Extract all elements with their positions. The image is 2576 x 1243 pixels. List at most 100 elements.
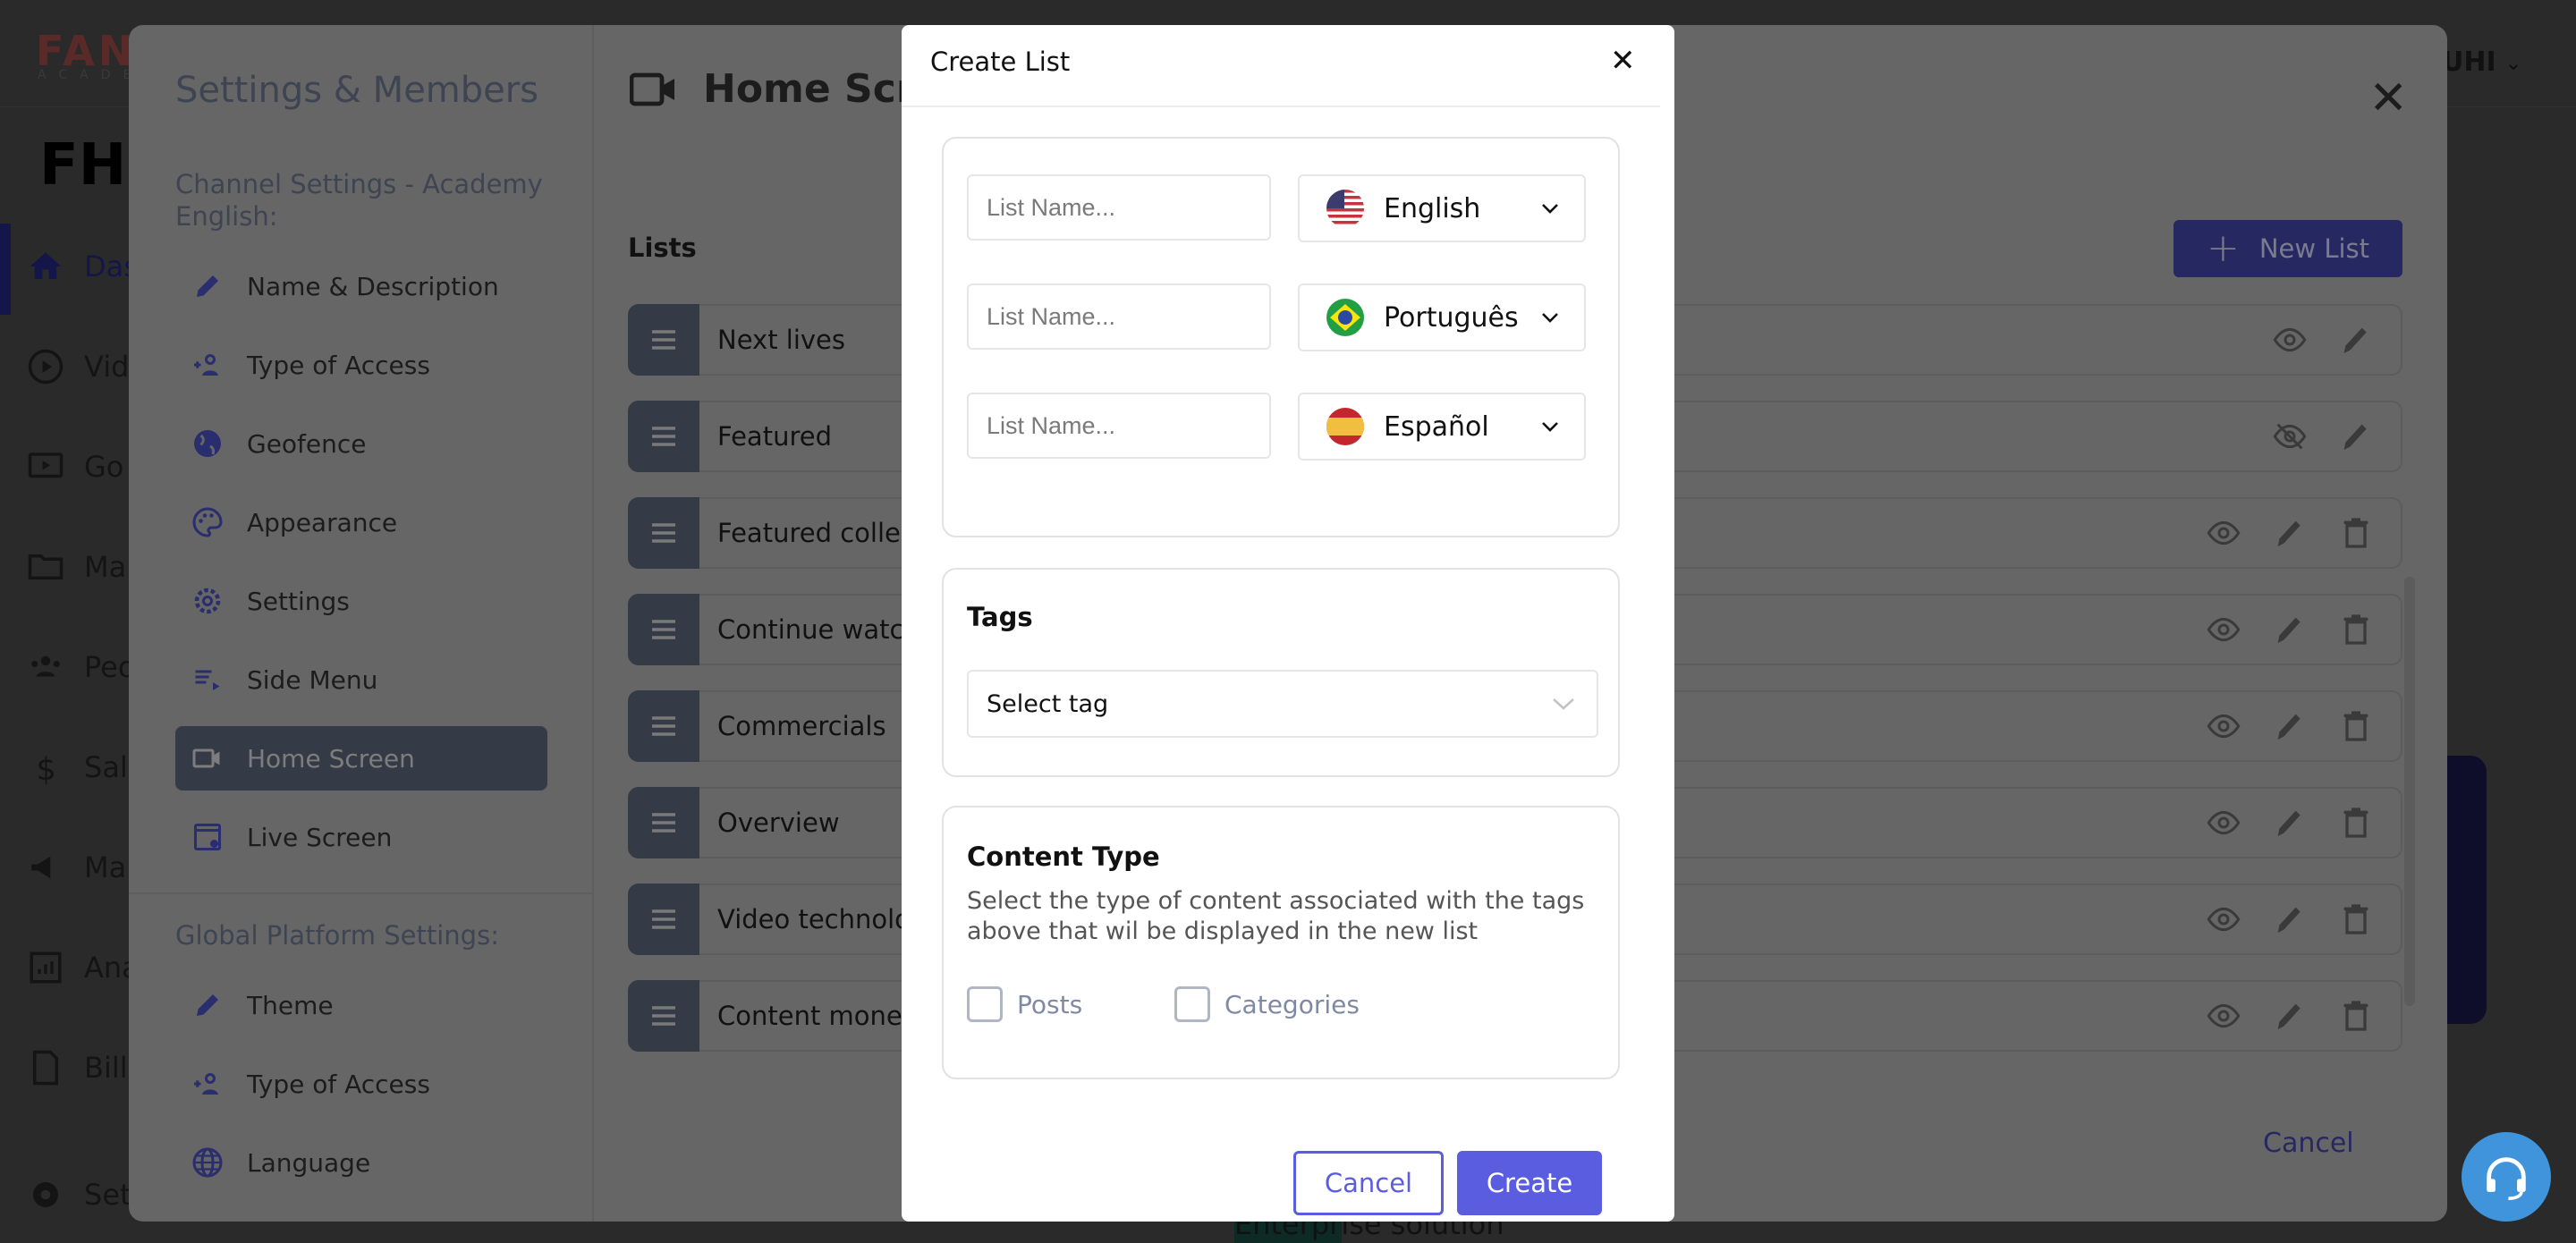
drag-handle[interactable] (628, 594, 699, 665)
eye-off-icon[interactable] (2272, 419, 2308, 454)
posts-checkbox[interactable] (967, 986, 1003, 1022)
drag-handle-icon (652, 716, 675, 736)
panel-close-button[interactable]: ✕ (2368, 72, 2408, 125)
nav-theme[interactable]: Theme (175, 973, 547, 1037)
drag-handle-icon (652, 620, 675, 639)
panel-cancel-button[interactable]: Cancel (2263, 1128, 2354, 1159)
row-actions (2206, 998, 2401, 1034)
modal-title: Create List (930, 47, 1071, 77)
drag-handle-icon (652, 523, 675, 543)
edit-icon[interactable] (2272, 901, 2308, 937)
modal-close-button[interactable]: ✕ (1610, 43, 1636, 79)
language-select-english[interactable]: English (1298, 174, 1586, 242)
lists-scrollbar[interactable] (2404, 577, 2415, 1006)
eye-icon[interactable] (2206, 612, 2241, 647)
globe-grid-icon (192, 1147, 223, 1178)
tag-select[interactable]: Select tag (967, 670, 1598, 738)
nav-settings[interactable]: Settings (175, 569, 547, 633)
app-nav-people[interactable]: People (27, 640, 131, 694)
edit-icon[interactable] (2272, 515, 2308, 551)
settings-title: Settings & Members (175, 70, 539, 111)
add-group-icon (194, 354, 218, 376)
eye-icon[interactable] (2206, 901, 2241, 937)
trash-icon[interactable] (2338, 612, 2374, 647)
gear-icon (194, 588, 221, 614)
app-nav-billing[interactable]: Billing (27, 1041, 131, 1095)
eye-icon[interactable] (2206, 708, 2241, 744)
svg-text:$: $ (37, 752, 56, 786)
drag-handle[interactable] (628, 401, 699, 472)
app-nav-settings[interactable]: Settings (27, 1168, 131, 1222)
row-actions (2206, 612, 2401, 647)
edit-icon[interactable] (2272, 998, 2308, 1034)
list-name-input-spanish[interactable] (967, 393, 1271, 459)
app-nav-golive[interactable]: Go Live (27, 440, 131, 494)
nav-language[interactable]: Language (175, 1130, 547, 1195)
edit-icon[interactable] (2272, 708, 2308, 744)
chevron-down-icon (1534, 311, 1566, 324)
brazil-flag-icon (1326, 299, 1364, 336)
app-nav-videos[interactable]: Videos (27, 340, 131, 393)
drag-handle[interactable] (628, 980, 699, 1052)
trash-icon[interactable] (2338, 708, 2374, 744)
eye-icon[interactable] (2206, 515, 2241, 551)
nav-appearance[interactable]: Appearance (175, 490, 547, 554)
play-circle-icon (28, 349, 64, 385)
app-nav-dashboard[interactable]: Dashboard (27, 240, 131, 293)
support-chat-button[interactable] (2462, 1132, 2551, 1222)
headset-icon (2487, 1157, 2526, 1200)
eye-icon[interactable] (2206, 998, 2241, 1034)
language-select-spanish[interactable]: Español (1298, 393, 1586, 461)
nav-type-of-access[interactable]: Type of Access (175, 333, 547, 397)
nav-live-screen[interactable]: Live Screen (175, 805, 547, 869)
nav-side-menu[interactable]: Side Menu (175, 647, 547, 712)
spain-flag-icon (1326, 408, 1364, 445)
edit-icon[interactable] (2272, 805, 2308, 841)
pencil-icon (197, 275, 218, 297)
trash-icon[interactable] (2338, 901, 2374, 937)
drag-handle[interactable] (628, 884, 699, 955)
language-select-portuguese[interactable]: Português (1298, 283, 1586, 351)
drag-handle[interactable] (628, 304, 699, 376)
drag-handle[interactable] (628, 690, 699, 762)
drag-handle[interactable] (628, 787, 699, 858)
chevron-down-icon[interactable]: ⌄ (2504, 50, 2522, 75)
drag-handle[interactable] (628, 497, 699, 569)
playlist-icon (195, 670, 220, 690)
nav-geofence[interactable]: Geofence (175, 411, 547, 476)
modal-create-button[interactable]: Create (1457, 1151, 1602, 1215)
trash-icon[interactable] (2338, 805, 2374, 841)
nav-global-type-of-access[interactable]: Type of Access (175, 1052, 547, 1116)
active-nav-indicator (0, 224, 11, 315)
row-actions (2206, 708, 2401, 744)
new-list-button[interactable]: + New List (2174, 220, 2402, 277)
user-menu-label[interactable]: UHI (2442, 47, 2496, 78)
list-name-input-portuguese[interactable] (967, 283, 1271, 350)
categories-checkbox[interactable] (1174, 986, 1210, 1022)
window-gear-icon (194, 824, 221, 850)
row-actions (2206, 901, 2401, 937)
nav-home-screen[interactable]: Home Screen (175, 726, 547, 791)
modal-cancel-button[interactable]: Cancel (1293, 1151, 1444, 1215)
row-actions (2272, 322, 2401, 358)
eye-icon[interactable] (2206, 805, 2241, 841)
edit-icon[interactable] (2338, 322, 2374, 358)
edit-icon[interactable] (2272, 612, 2308, 647)
app-nav-sales[interactable]: $ Sales (27, 740, 131, 794)
posts-option[interactable]: Posts (967, 986, 1082, 1022)
nav-name-description[interactable]: Name & Description (175, 254, 547, 318)
home-icon (30, 252, 62, 279)
trash-icon[interactable] (2338, 998, 2374, 1034)
content-type-description: Select the type of content associated wi… (967, 887, 1585, 945)
list-name-input-english[interactable] (967, 174, 1271, 241)
eye-icon[interactable] (2272, 322, 2308, 358)
categories-option[interactable]: Categories (1174, 986, 1360, 1022)
folder-gear-icon (28, 554, 64, 579)
chevron-down-icon (1534, 420, 1566, 433)
trash-icon[interactable] (2338, 515, 2374, 551)
app-nav-marketing[interactable]: Marketing (27, 841, 131, 894)
app-nav-analytics[interactable]: Analytics (27, 941, 131, 994)
edit-icon[interactable] (2338, 419, 2374, 454)
channel-settings-label: Channel Settings - Academy English: (175, 169, 543, 233)
app-nav-manage[interactable]: Manage (27, 540, 131, 594)
